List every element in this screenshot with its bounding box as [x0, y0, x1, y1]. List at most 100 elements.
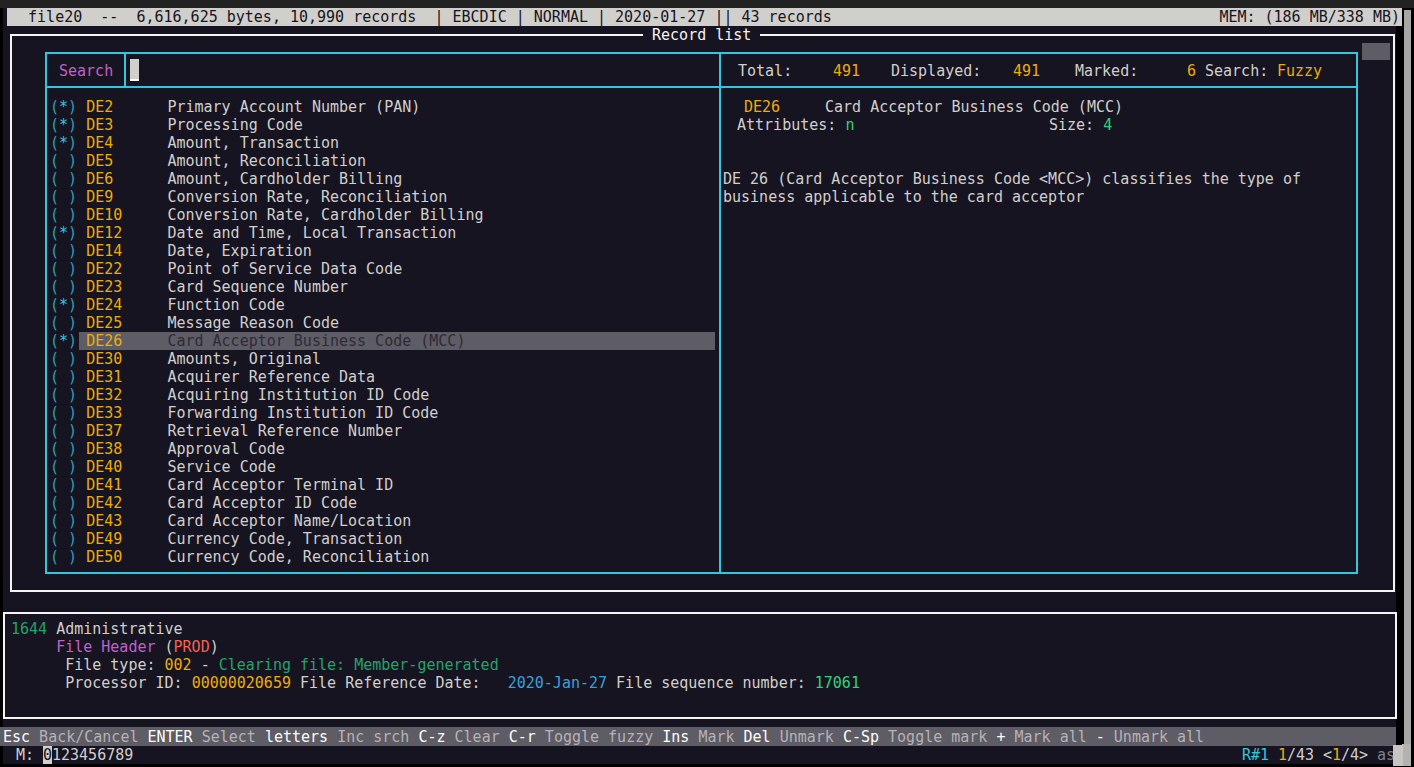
field-name: DE23: [86, 278, 167, 296]
field-row-de14[interactable]: ( ) DE14 Date, Expiration: [50, 242, 483, 260]
field-row-de24[interactable]: (*) DE24 Function Code: [50, 296, 483, 314]
field-row-de10[interactable]: ( ) DE10 Conversion Rate, Cardholder Bil…: [50, 206, 483, 224]
field-row-de2[interactable]: (*) DE2 Primary Account Number (PAN): [50, 98, 483, 116]
terminal-scrollbar[interactable]: [1404, 10, 1411, 766]
marker-paren-open: (: [50, 548, 59, 566]
field-name: DE38: [86, 440, 167, 458]
record-segment: 2020-Jan-27: [508, 674, 607, 692]
marker-paren-close: ): [68, 350, 86, 368]
field-row-de50[interactable]: ( ) DE50 Currency Code, Reconciliation: [50, 548, 483, 566]
field-row-de43[interactable]: ( ) DE43 Card Acceptor Name/Location: [50, 512, 483, 530]
marked-label: M:: [16, 746, 34, 764]
field-row-de3[interactable]: (*) DE3 Processing Code: [50, 116, 483, 134]
record-line-3: File type: 002 - Clearing file: Member-g…: [11, 656, 860, 674]
marker-paren-close: ): [68, 422, 86, 440]
field-desc: Currency Code, Reconciliation: [167, 548, 429, 566]
key-cz: C-z: [409, 728, 445, 746]
page-open-bracket: <: [1323, 746, 1332, 764]
search-label: Search: [59, 62, 113, 80]
stats-displayed-value: 491: [1013, 62, 1040, 80]
key-cr: C-r: [500, 728, 536, 746]
field-row-de22[interactable]: ( ) DE22 Point of Service Data Code: [50, 260, 483, 278]
field-row-de37[interactable]: ( ) DE37 Retrieval Reference Number: [50, 422, 483, 440]
record-segment: 17061: [815, 674, 860, 692]
marked-cursor[interactable]: 0: [43, 746, 52, 764]
page-rest: /4>: [1341, 746, 1368, 764]
field-name: DE10: [86, 206, 167, 224]
marker-paren-open: (: [50, 332, 59, 350]
field-row-de23[interactable]: ( ) DE23 Card Sequence Number: [50, 278, 483, 296]
record-segment: Clearing file: Member-generated: [219, 656, 499, 674]
key-csp: C-Sp: [834, 728, 879, 746]
record-line-1: 1644 Administrative: [11, 620, 860, 638]
field-row-de41[interactable]: ( ) DE41 Card Acceptor Terminal ID: [50, 476, 483, 494]
key-letters: letters: [256, 728, 328, 746]
record-line-4: Processor ID: 00000020659 File Reference…: [11, 674, 860, 692]
marked-indicator: *: [59, 224, 68, 242]
marker-paren-open: (: [50, 224, 59, 242]
field-row-de25[interactable]: ( ) DE25 Message Reason Code: [50, 314, 483, 332]
stats-total-label: Total:: [738, 62, 792, 80]
field-row-de26[interactable]: (*) DE26 Card Acceptor Business Code (MC…: [50, 332, 483, 350]
unmarked-indicator: [59, 152, 68, 170]
detail-attributes-value: n: [845, 116, 854, 134]
field-row-de6[interactable]: ( ) DE6 Amount, Cardholder Billing: [50, 170, 483, 188]
record-segment: (: [156, 638, 174, 656]
marker-paren-close: ): [68, 548, 86, 566]
detail-size-label: Size:: [1049, 116, 1094, 134]
field-row-de32[interactable]: ( ) DE32 Acquiring Institution ID Code: [50, 386, 483, 404]
window-top-strip: [0, 0, 1414, 8]
field-row-de42[interactable]: ( ) DE42 Card Acceptor ID Code: [50, 494, 483, 512]
field-row-de4[interactable]: (*) DE4 Amount, Transaction: [50, 134, 483, 152]
record-segment: -: [192, 656, 219, 674]
field-desc: Amount, Cardholder Billing: [167, 170, 402, 188]
field-row-de33[interactable]: ( ) DE33 Forwarding Institution ID Code: [50, 404, 483, 422]
field-row-de40[interactable]: ( ) DE40 Service Code: [50, 458, 483, 476]
unmarked-indicator: [59, 422, 68, 440]
field-desc: Amount, Reconciliation: [167, 152, 366, 170]
unmarked-indicator: [59, 548, 68, 566]
detail-attributes: Attributes: n: [737, 116, 854, 134]
field-desc: Service Code: [167, 458, 275, 476]
field-row-de30[interactable]: ( ) DE30 Amounts, Original: [50, 350, 483, 368]
record-segment: [11, 638, 56, 656]
field-row-de9[interactable]: ( ) DE9 Conversion Rate, Reconciliation: [50, 188, 483, 206]
unmarked-indicator: [59, 404, 68, 422]
field-desc: Conversion Rate, Cardholder Billing: [167, 206, 483, 224]
field-name: DE9: [86, 188, 167, 206]
field-desc: Card Acceptor Business Code (MCC): [167, 332, 465, 350]
field-name: DE37: [86, 422, 167, 440]
field-row-de49[interactable]: ( ) DE49 Currency Code, Transaction: [50, 530, 483, 548]
unmarked-indicator: [59, 368, 68, 386]
stats-marked-label: Marked:: [1075, 62, 1138, 80]
stats-total-value: 491: [833, 62, 860, 80]
field-row-de12[interactable]: (*) DE12 Date and Time, Local Transactio…: [50, 224, 483, 242]
marker-paren-close: ): [68, 530, 86, 548]
marker-paren-close: ): [68, 440, 86, 458]
marker-paren-close: ): [68, 458, 86, 476]
field-row-de5[interactable]: ( ) DE5 Amount, Reconciliation: [50, 152, 483, 170]
key-label: Mark: [689, 728, 734, 746]
field-name: DE50: [86, 548, 167, 566]
field-desc: Card Acceptor Name/Location: [167, 512, 411, 530]
marker-paren-close: ): [68, 404, 86, 422]
marker-paren-open: (: [50, 530, 59, 548]
marker-paren-close: ): [68, 368, 86, 386]
field-desc: Card Acceptor ID Code: [167, 494, 357, 512]
search-cursor[interactable]: [130, 59, 139, 81]
record-segment: Processor ID:: [11, 674, 192, 692]
dialog-scrollbar-thumb[interactable]: [1362, 43, 1390, 60]
detail-size-value: 4: [1103, 116, 1112, 134]
field-desc: Amount, Transaction: [167, 134, 339, 152]
field-desc: Card Acceptor Terminal ID: [167, 476, 393, 494]
key-label: Toggle mark: [879, 728, 987, 746]
field-row-de31[interactable]: ( ) DE31 Acquirer Reference Data: [50, 368, 483, 386]
field-row-de38[interactable]: ( ) DE38 Approval Code: [50, 440, 483, 458]
marker-paren-open: (: [50, 458, 59, 476]
record-segment: ): [210, 638, 219, 656]
field-desc: Date, Expiration: [167, 242, 312, 260]
marker-paren-close: ): [68, 152, 86, 170]
unmarked-indicator: [59, 386, 68, 404]
field-name: DE22: [86, 260, 167, 278]
terminal-scrollbar-thumb[interactable]: [1402, 744, 1411, 766]
